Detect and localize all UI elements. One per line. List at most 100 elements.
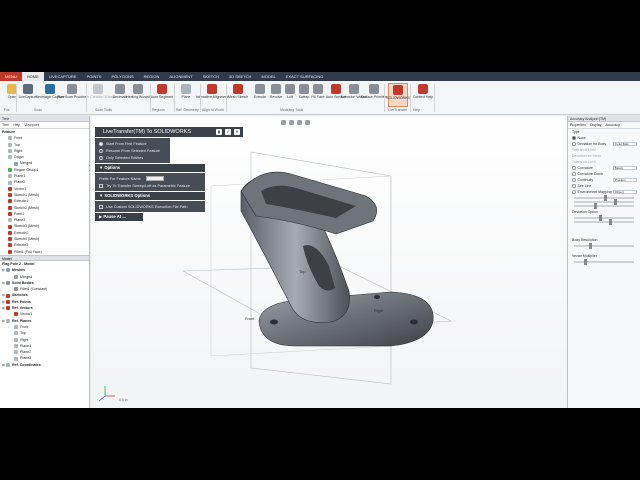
see-line-radio[interactable] bbox=[572, 184, 576, 188]
ribbon-group-label: LiveTransfer bbox=[388, 108, 408, 112]
tree-tab[interactable]: Viewpoint bbox=[24, 123, 39, 127]
pause-at-title: Pause At ... bbox=[103, 214, 126, 219]
solidworks-icon bbox=[393, 85, 403, 95]
deviation-body-select[interactable]: Color Map bbox=[613, 141, 637, 147]
environment-mapping-select[interactable]: Object bbox=[613, 189, 637, 195]
pause-at-header[interactable]: ▶ Pause At ... bbox=[95, 213, 143, 221]
environment-mapping-radio[interactable] bbox=[572, 190, 576, 194]
tree-item-icon bbox=[8, 249, 12, 254]
deviation-slider[interactable] bbox=[574, 215, 634, 221]
tree-item-icon bbox=[14, 350, 18, 355]
try-transfer-checkbox[interactable] bbox=[99, 183, 103, 188]
solidworks-button[interactable]: SOLIDWORKS bbox=[386, 83, 410, 107]
options-section-header[interactable]: ▼ Options bbox=[95, 164, 205, 172]
transfer-mode-label: Resume From Selected Feature bbox=[106, 148, 161, 153]
interactive-alignment-button[interactable]: Interactive Alignment bbox=[196, 83, 228, 107]
ribbon-button-label: Context Help bbox=[412, 95, 434, 99]
ribbon-tab[interactable]: MENU bbox=[0, 72, 22, 81]
solidworks-options-header[interactable]: ▼ SOLIDWORKS Options bbox=[95, 192, 205, 200]
accuracy-tab[interactable]: Display bbox=[590, 123, 601, 127]
tree-item-icon bbox=[6, 306, 10, 311]
surface-primitive-button[interactable]: Surface Primitive bbox=[361, 83, 387, 107]
base-hole bbox=[374, 295, 380, 299]
scan-process-icon bbox=[67, 84, 77, 94]
tree-item-icon bbox=[8, 167, 12, 172]
mesh-sketch-button[interactable]: Mesh Sketch bbox=[228, 83, 248, 107]
auto-segment-button[interactable]: Auto Segment bbox=[151, 83, 173, 107]
tree-tab[interactable]: Tree bbox=[2, 123, 9, 127]
ribbon-tab[interactable]: REGION bbox=[139, 72, 165, 81]
accuracy-slider[interactable] bbox=[574, 199, 634, 205]
ribbon-tab[interactable]: EXACT SURFACING bbox=[281, 72, 329, 81]
ribbon-tab[interactable]: LIVECAPTURE bbox=[44, 72, 82, 81]
tree-item-icon bbox=[8, 237, 12, 242]
transfer-mode-radio[interactable] bbox=[99, 141, 103, 146]
transfer-mode-option[interactable]: Resume From Selected Feature bbox=[99, 147, 166, 154]
ribbon-tab[interactable]: SKETCH bbox=[198, 72, 224, 81]
mesh-creation-wizard-button[interactable]: Mesh Creation Wizard bbox=[81, 83, 115, 107]
context-help-button[interactable]: Context Help bbox=[413, 83, 433, 107]
healing-wizard-button[interactable]: Healing Wizard bbox=[126, 83, 150, 107]
transfer-mode-option[interactable]: Start From First Feature bbox=[99, 140, 166, 147]
ribbon-group-label: Align to World bbox=[202, 108, 224, 112]
accuracy-tab[interactable]: Properties bbox=[570, 123, 586, 127]
ribbon-button-label: Extrude bbox=[253, 95, 267, 99]
custom-exec-label: Use Custom SOLIDWORKS Execution File Pat… bbox=[106, 204, 188, 209]
try-transfer-row[interactable]: Try To Transfer Sweep/Loft as Parametric… bbox=[99, 182, 201, 189]
ok-icon[interactable]: ✓ bbox=[225, 129, 231, 135]
curvature-radio[interactable] bbox=[572, 166, 576, 170]
transfer-mode-radio[interactable] bbox=[99, 148, 103, 153]
ribbon-tab[interactable]: POLYGONS bbox=[106, 72, 138, 81]
accuracy-tab[interactable]: Accuracy bbox=[605, 123, 619, 127]
vector-multiplier-row: Vector Multiplier bbox=[568, 253, 640, 259]
ribbon-button-label: Loft bbox=[287, 95, 293, 99]
3d-viewport[interactable]: Top Front Right 0.0 in LiveTransfer(TM) … bbox=[91, 116, 567, 408]
ribbon-separator bbox=[16, 84, 17, 112]
livetransfer-header: LiveTransfer(TM) To SOLIDWORKS ▮ ✓ ✕ bbox=[95, 127, 243, 137]
ribbon-tab[interactable]: HOME bbox=[21, 72, 44, 81]
tree-item-icon bbox=[14, 343, 18, 348]
accuracy-slider[interactable] bbox=[574, 195, 634, 201]
transfer-mode-radio[interactable] bbox=[99, 155, 103, 160]
tree-item[interactable]: ⊟ Ref. Coordinates bbox=[0, 362, 89, 368]
type-none-radio[interactable] bbox=[572, 136, 576, 140]
align-icon bbox=[207, 84, 217, 94]
ribbon-group-label: Modeling Tools bbox=[280, 108, 304, 112]
prefix-input[interactable] bbox=[145, 176, 164, 181]
curvature-select[interactable]: Mean bbox=[613, 165, 637, 171]
scale-label: 0.0 in bbox=[119, 398, 128, 402]
options-title: Options bbox=[104, 165, 121, 170]
custom-exec-row[interactable]: Use Custom SOLIDWORKS Execution File Pat… bbox=[99, 203, 201, 210]
deviation-body-radio[interactable] bbox=[572, 142, 576, 146]
tree-item-icon bbox=[6, 318, 10, 323]
tree-tab[interactable]: Help bbox=[13, 123, 20, 127]
continuity-select[interactable]: Position bbox=[613, 177, 637, 183]
ribbon-tab[interactable]: ALIGNMENT bbox=[164, 72, 197, 81]
options-section: Prefix For Feature Name Try To Transfer … bbox=[95, 173, 205, 191]
primitive-icon bbox=[369, 84, 379, 94]
continuity-radio[interactable] bbox=[572, 178, 576, 182]
ribbon-tab[interactable]: 3D SKETCH bbox=[224, 72, 256, 81]
try-transfer-label: Try To Transfer Sweep/Loft as Parametric… bbox=[106, 183, 190, 188]
accuracy-slider[interactable] bbox=[574, 203, 634, 209]
body-resolution-slider[interactable] bbox=[574, 243, 634, 249]
model-tree: ⊟ Meshes Merged ⊟ Solid Bodies Fillet1 (Const… bbox=[0, 267, 89, 368]
deviation-slider[interactable] bbox=[574, 219, 634, 225]
viewport-label: Front bbox=[245, 316, 255, 321]
tree-item-icon bbox=[8, 186, 12, 191]
close-icon[interactable]: ✕ bbox=[234, 129, 240, 135]
transfer-mode-options: Start From First Feature Resume From Sele… bbox=[95, 138, 170, 163]
transfer-mode-option[interactable]: Only Selected Entities bbox=[99, 154, 166, 161]
ribbon-tab[interactable]: MODEL bbox=[256, 72, 280, 81]
auto-surface-icon bbox=[331, 84, 341, 94]
tree-item-icon bbox=[8, 199, 12, 204]
run-scan-process-button[interactable]: Run Scan Process bbox=[58, 83, 87, 107]
curvature-comb-radio[interactable] bbox=[572, 172, 576, 176]
vector-multiplier-slider[interactable] bbox=[574, 259, 634, 265]
tree-item-icon bbox=[8, 174, 12, 179]
plane-button[interactable]: Plane bbox=[176, 83, 196, 107]
lock-icon[interactable]: ▮ bbox=[216, 129, 222, 135]
ribbon-tab[interactable]: POINTS bbox=[82, 72, 107, 81]
fill-face-icon bbox=[313, 84, 323, 94]
custom-exec-checkbox[interactable] bbox=[99, 204, 103, 209]
